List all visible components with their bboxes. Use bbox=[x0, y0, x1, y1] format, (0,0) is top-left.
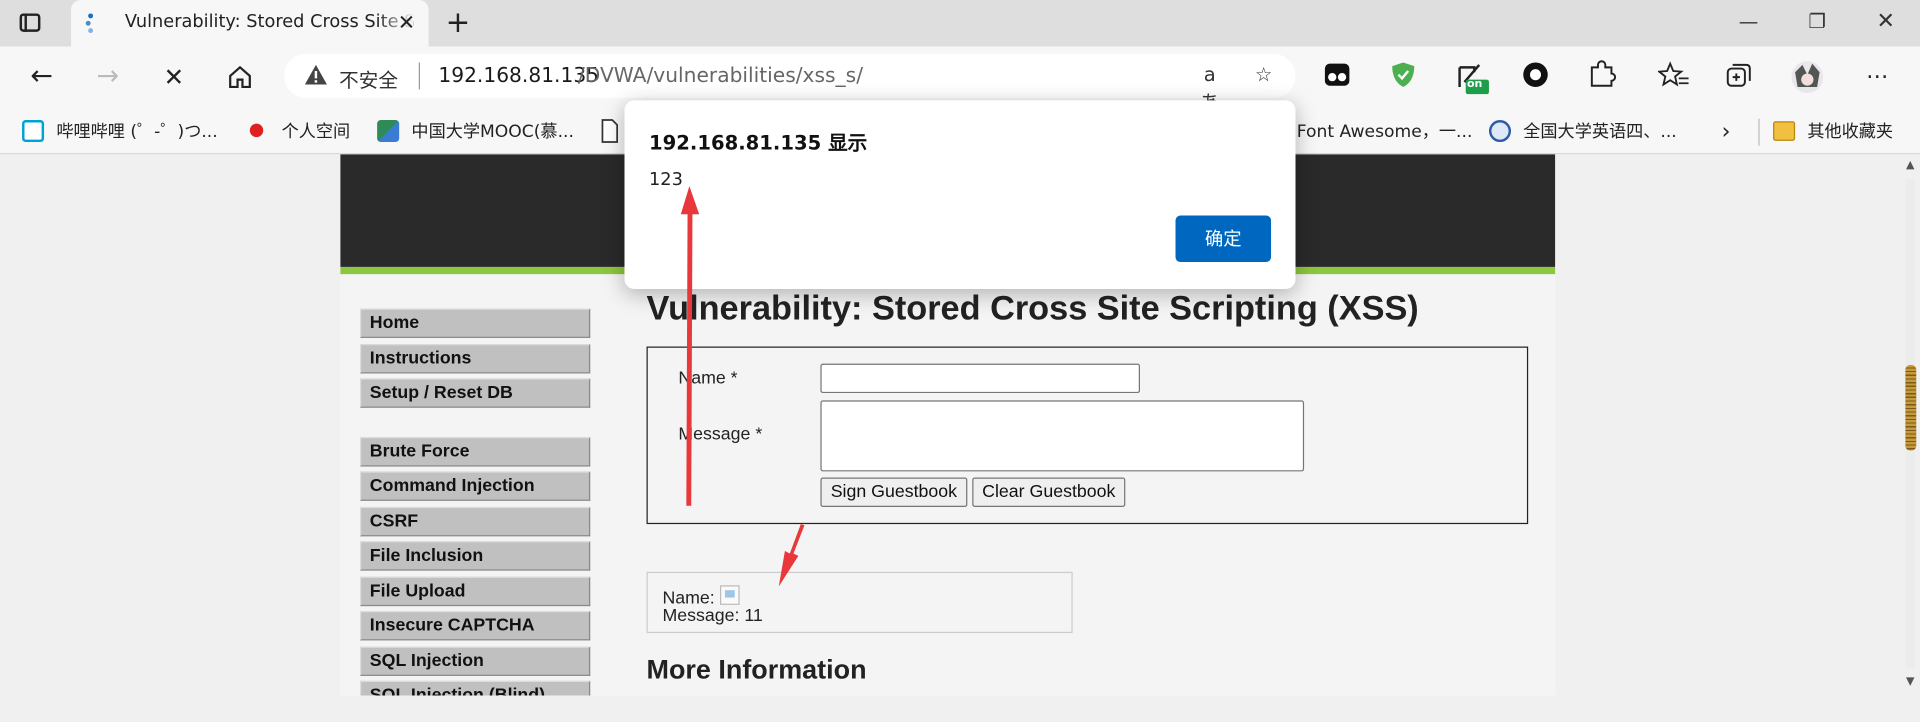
add-favorite-icon[interactable]: ☆ bbox=[1249, 62, 1278, 89]
menu-setup-reset-db[interactable]: Setup / Reset DB bbox=[360, 378, 591, 408]
url-path[interactable]: /DVWA/vulnerabilities/xss_s/ bbox=[578, 64, 863, 87]
scroll-up-icon[interactable]: ▲ bbox=[1904, 159, 1916, 171]
red-dot-icon bbox=[249, 123, 264, 138]
name-input[interactable] bbox=[820, 363, 1141, 394]
page-title: Vulnerability: Stored Cross Site Scripti… bbox=[646, 288, 1419, 327]
page-scrollbar[interactable]: ▲ ▼ bbox=[1900, 154, 1920, 696]
extension-on-icon[interactable]: on bbox=[1455, 60, 1489, 95]
active-tab[interactable]: Vulnerability: Stored Cross Site Scripti… bbox=[71, 0, 429, 47]
tampermonkey-icon[interactable] bbox=[1322, 60, 1354, 92]
scroll-down-icon[interactable]: ▼ bbox=[1904, 676, 1916, 688]
menu-insecure-captcha[interactable]: Insecure CAPTCHA bbox=[360, 611, 591, 641]
more-information-heading: More Information bbox=[646, 653, 867, 685]
menu-file-inclusion[interactable]: File Inclusion bbox=[360, 541, 591, 571]
menu-brute-force[interactable]: Brute Force bbox=[360, 437, 591, 467]
bilibili-icon bbox=[22, 120, 45, 143]
cet-icon bbox=[1488, 120, 1512, 143]
menu-sql-injection[interactable]: SQL Injection bbox=[360, 646, 591, 676]
guestbook-form: Name * Message * Sign Guestbook Clear Gu… bbox=[646, 346, 1529, 525]
menu-sql-injection-blind[interactable]: SQL Injection (Blind) bbox=[360, 680, 591, 696]
stop-loading-icon[interactable]: ✕ bbox=[158, 61, 190, 93]
collections-icon[interactable] bbox=[1724, 60, 1756, 92]
forward-icon[interactable]: → bbox=[92, 61, 124, 93]
tab-close-icon[interactable]: ✕ bbox=[394, 11, 418, 35]
extension-badge: on bbox=[1466, 78, 1483, 91]
menu-command-injection[interactable]: Command Injection bbox=[360, 471, 591, 501]
alert-dialog: 192.168.81.135 显示 123 确定 bbox=[624, 100, 1296, 289]
bookmark-bilibili[interactable]: 哔哩哔哩 (゜-゜)つ... bbox=[22, 119, 230, 143]
adguard-shield-icon[interactable] bbox=[1389, 60, 1421, 92]
bookmark-font-awesome[interactable]: Font Awesome，一... bbox=[1297, 119, 1481, 143]
profile-avatar[interactable] bbox=[1790, 60, 1824, 94]
dialog-title: 192.168.81.135 显示 bbox=[648, 131, 868, 155]
clear-guestbook-button[interactable]: Clear Guestbook bbox=[972, 477, 1126, 507]
menu-csrf[interactable]: CSRF bbox=[360, 506, 591, 537]
folder-icon bbox=[1773, 121, 1796, 141]
chevron-right-icon[interactable]: › bbox=[1722, 119, 1742, 145]
bookmark-mooc[interactable]: 中国大学MOOC(慕... bbox=[377, 119, 593, 143]
tab-actions-icon[interactable] bbox=[17, 11, 44, 35]
record-extension-icon[interactable] bbox=[1521, 60, 1553, 92]
tab-strip: Vulnerability: Stored Cross Site Scripti… bbox=[0, 0, 1920, 47]
back-icon[interactable]: ← bbox=[26, 61, 58, 93]
address-bar[interactable]: 不安全 192.168.81.135 /DVWA/vulnerabilities… bbox=[284, 53, 1296, 114]
extensions-puzzle-icon[interactable] bbox=[1587, 60, 1619, 92]
entry-name-line: Name: bbox=[662, 585, 740, 609]
bookmark-divider bbox=[1758, 118, 1760, 146]
window-close-icon[interactable]: ✕ bbox=[1873, 9, 1897, 34]
document-bookmark-icon[interactable] bbox=[600, 119, 624, 143]
favorites-list-icon[interactable] bbox=[1656, 60, 1690, 92]
menu-instructions[interactable]: Instructions bbox=[360, 344, 591, 374]
tab-title: Vulnerability: Stored Cross Site Scripti… bbox=[125, 12, 414, 32]
warning-icon[interactable] bbox=[304, 64, 328, 86]
new-tab-button[interactable]: + bbox=[443, 7, 472, 38]
bookmark-other-favorites[interactable]: 其他收藏夹 bbox=[1773, 119, 1908, 143]
broken-image-icon bbox=[719, 585, 740, 605]
translate-icon[interactable]: aあ bbox=[1195, 62, 1224, 113]
menu-home[interactable]: Home bbox=[360, 308, 591, 338]
restore-icon[interactable]: ❐ bbox=[1805, 10, 1829, 34]
dialog-ok-button[interactable]: 确定 bbox=[1175, 215, 1272, 263]
bookmark-personal-space[interactable]: 个人空间 bbox=[247, 119, 365, 143]
url-host[interactable]: 192.168.81.135 bbox=[438, 64, 599, 87]
message-label: Message * bbox=[678, 424, 763, 445]
entry-message-line: Message: 11 bbox=[662, 606, 763, 626]
message-textarea[interactable] bbox=[820, 400, 1305, 472]
browser-window: Vulnerability: Stored Cross Site Scripti… bbox=[0, 0, 1920, 722]
more-options-icon[interactable]: ⋯ bbox=[1861, 61, 1893, 93]
mooc-icon bbox=[377, 120, 400, 143]
navigation-toolbar: ← → ✕ 不安全 192.168.81.135 /DVWA/vulnerabi… bbox=[0, 46, 1920, 114]
minimize-icon[interactable]: — bbox=[1736, 10, 1760, 34]
name-label: Name * bbox=[678, 368, 738, 389]
address-separator bbox=[418, 62, 421, 90]
scroll-thumb[interactable] bbox=[1905, 364, 1917, 451]
dialog-message: 123 bbox=[648, 170, 683, 190]
security-label[interactable]: 不安全 bbox=[339, 64, 398, 93]
menu-file-upload[interactable]: File Upload bbox=[360, 576, 591, 607]
loading-favicon-icon bbox=[85, 13, 96, 34]
home-icon[interactable] bbox=[224, 61, 256, 93]
bookmark-cet[interactable]: 全国大学英语四、... bbox=[1488, 119, 1697, 143]
guestbook-entry: Name: Message: 11 bbox=[646, 571, 1073, 634]
sign-guestbook-button[interactable]: Sign Guestbook bbox=[820, 477, 968, 507]
